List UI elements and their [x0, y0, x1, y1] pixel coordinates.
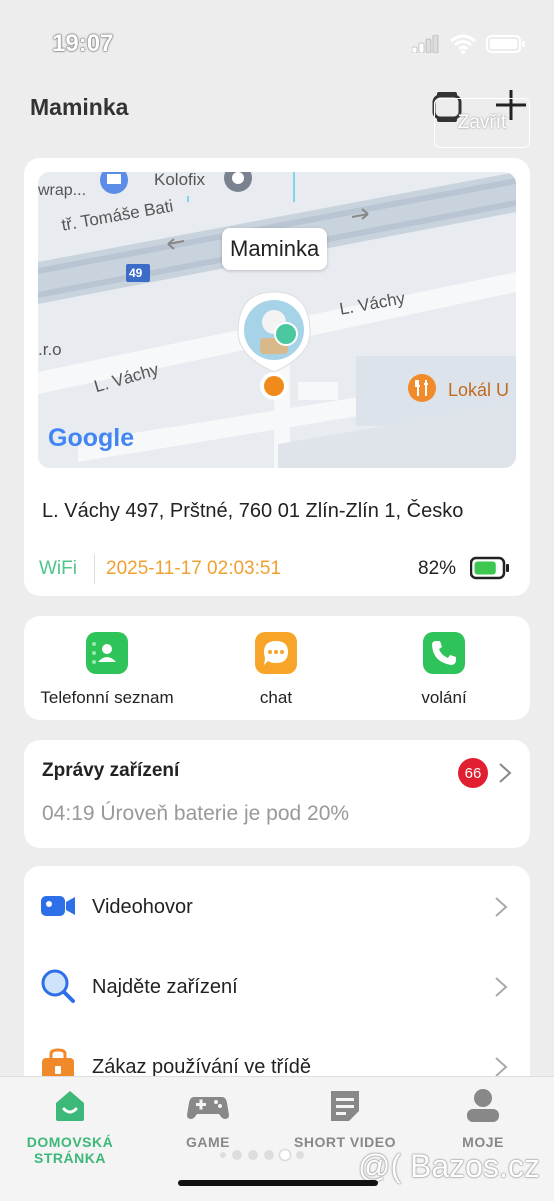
page-dot	[280, 1150, 290, 1160]
page-dot	[248, 1150, 258, 1160]
nav-tab-me[interactable]: MOJE	[403, 1087, 554, 1150]
google-logo: Google	[48, 424, 135, 452]
magnifier-icon	[41, 969, 75, 1003]
quick-action-label: chat	[259, 688, 293, 707]
video-camera-icon	[41, 896, 75, 916]
quick-actions-card: Telefonní seznam chat volání	[24, 616, 530, 720]
chevron-right-icon	[495, 977, 508, 997]
phone-icon	[423, 632, 465, 674]
battery-status-icon	[486, 35, 525, 53]
page-dot	[220, 1152, 226, 1158]
chat-icon	[255, 632, 297, 674]
divider	[94, 554, 95, 584]
nav-label: GAME	[186, 1134, 230, 1150]
menu-item-label: Videohovor	[92, 896, 193, 918]
unread-badge: 66	[458, 758, 488, 788]
home-indicator[interactable]	[178, 1180, 378, 1186]
quick-action-label: volání	[421, 688, 467, 707]
nav-tab-game[interactable]: GAME	[128, 1087, 288, 1150]
map-poi-label: wrap...	[38, 182, 87, 199]
contacts-icon	[86, 632, 128, 674]
menu-item-label: Najděte zařízení	[92, 976, 238, 998]
close-button[interactable]: Zavřít	[434, 98, 530, 148]
status-time: 19:07	[52, 30, 114, 57]
home-icon	[56, 1091, 84, 1121]
wifi-icon	[450, 34, 476, 54]
nav-tab-short-video[interactable]: SHORT VIDEO	[265, 1087, 425, 1150]
page-dot	[232, 1150, 242, 1160]
quick-action-call[interactable]: volání	[364, 632, 524, 708]
menu-item-video-call[interactable]: Videohovor	[24, 866, 530, 946]
battery-percentage: 82%	[418, 558, 457, 579]
map-view[interactable]: Maminka tř. Tomáše Bati L. Váchy L. Vách…	[38, 172, 516, 468]
device-messages-card[interactable]: Zprávy zařízení 66 04:19 Úroveň baterie …	[24, 740, 530, 848]
menu-list-card: Videohovor Najděte zařízení Zákaz použív…	[24, 866, 530, 1106]
menu-item-find-device[interactable]: Najděte zařízení	[24, 946, 530, 1026]
location-timestamp: 2025-11-17 02:03:51	[106, 558, 282, 579]
quick-action-chat[interactable]: chat	[196, 632, 356, 708]
signal-icon	[412, 35, 439, 53]
page-indicator	[220, 1150, 304, 1160]
quick-action-contacts[interactable]: Telefonní seznam	[27, 632, 187, 708]
status-icons	[412, 34, 526, 54]
quick-action-label: Telefonní seznam	[40, 688, 174, 707]
page-dot	[264, 1150, 274, 1160]
short-video-icon	[331, 1091, 359, 1121]
latest-message: 04:19 Úroveň baterie je pod 20%	[42, 802, 350, 825]
map-poi-label: Lokál U	[448, 380, 510, 400]
page-title: Maminka	[30, 94, 129, 120]
map-edge-label: .r.o	[38, 340, 62, 359]
chevron-right-icon	[495, 1057, 508, 1077]
address-text: L. Váchy 497, Prštné, 760 01 Zlín-Zlín 1…	[42, 500, 464, 522]
map-pin-label: Maminka	[222, 228, 328, 270]
location-card: Maminka tř. Tomáše Bati L. Váchy L. Vách…	[24, 158, 530, 596]
chevron-right-icon	[499, 763, 512, 783]
battery-icon	[470, 556, 509, 580]
connection-type: WiFi	[39, 558, 77, 579]
map-road-number: 49	[129, 266, 143, 280]
chevron-right-icon	[495, 897, 508, 917]
page-dot	[296, 1151, 304, 1159]
gamepad-icon	[187, 1097, 229, 1119]
watermark-text: @( Bazos.cz	[358, 1148, 540, 1184]
user-icon	[467, 1089, 499, 1122]
map-poi-label: Kolofix	[154, 172, 206, 189]
messages-title: Zprávy zařízení	[42, 760, 180, 781]
